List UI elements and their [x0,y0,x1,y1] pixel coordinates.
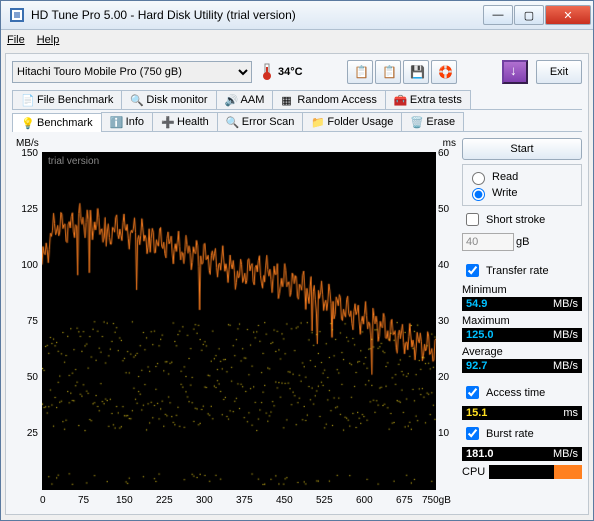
min-value: 54.9 MB/s [462,297,582,311]
main-panel: Hitachi Touro Mobile Pro (750 gB) 34°C 📋… [5,53,589,515]
menu-file[interactable]: File [7,34,25,46]
write-radio[interactable] [472,188,485,201]
side-panel: Start Read Write Short stroke gB Transfe… [462,138,582,508]
speaker-icon: 🔊 [225,94,237,106]
file-icon: 📄 [21,94,33,106]
chart-canvas-area: trial version [42,152,436,490]
copy-info-button[interactable]: 📋 [347,60,373,84]
info-icon: ℹ️ [110,116,122,128]
tools-icon: 🧰 [394,94,406,106]
transfer-check[interactable] [466,264,479,277]
titlebar: HD Tune Pro 5.00 - Hard Disk Utility (tr… [1,1,593,30]
tab-folder-usage[interactable]: 📁Folder Usage [302,112,402,131]
exit-button[interactable]: Exit [536,60,582,84]
tab-info[interactable]: ℹ️Info [101,112,153,131]
benchmark-content: MB/s ms 150 125 100 75 50 25 60 50 40 30… [12,138,582,508]
tab-disk-monitor[interactable]: 🔍Disk monitor [121,90,216,109]
cpu-bar [489,465,582,479]
start-button[interactable]: Start [462,138,582,160]
thermometer-icon [260,63,274,81]
settings-button[interactable]: 🛟 [431,60,457,84]
toolbar-icons: 📋 📋 💾 🛟 [347,60,457,84]
access-check[interactable] [466,386,479,399]
mode-group: Read Write [462,164,582,206]
maximize-button[interactable]: ▢ [514,5,544,25]
bulb-icon: 💡 [21,117,33,129]
tab-extra-tests[interactable]: 🧰Extra tests [385,90,471,109]
temperature-value: 34°C [278,66,303,78]
health-icon: ➕ [161,116,173,128]
tabs-secondary: 📄File Benchmark 🔍Disk monitor 🔊AAM ▦Rand… [12,90,582,110]
folder-icon: 📁 [311,116,323,128]
tab-file-benchmark[interactable]: 📄File Benchmark [12,90,122,109]
cpu-row: CPU [462,465,582,479]
menu-help[interactable]: Help [37,34,60,46]
read-radio[interactable] [472,172,485,185]
watermark: trial version [48,156,99,167]
toolbar: Hitachi Touro Mobile Pro (750 gB) 34°C 📋… [12,60,582,84]
burst-check[interactable] [466,427,479,440]
app-window: HD Tune Pro 5.00 - Hard Disk Utility (tr… [0,0,594,521]
menubar: File Help [1,30,593,49]
tab-aam[interactable]: 🔊AAM [216,90,274,109]
burst-value: 181.0 MB/s [462,447,582,461]
max-value: 125.0 MB/s [462,328,582,342]
search-icon: 🔍 [226,116,238,128]
avg-value: 92.7 MB/s [462,359,582,373]
monitor-icon: 🔍 [130,94,142,106]
temperature: 34°C [260,63,303,81]
access-value: 15.1 ms [462,406,582,420]
tab-erase[interactable]: 🗑️Erase [401,112,464,131]
screenshot-button[interactable]: 📋 [375,60,401,84]
tabs-primary: 💡Benchmark ℹ️Info ➕Health 🔍Error Scan 📁F… [12,112,582,132]
drive-select[interactable]: Hitachi Touro Mobile Pro (750 gB) [12,61,252,83]
tab-health[interactable]: ➕Health [152,112,218,131]
short-stroke-check[interactable] [466,213,479,226]
close-button[interactable]: ✕ [545,5,591,25]
window-title: HD Tune Pro 5.00 - Hard Disk Utility (tr… [31,8,483,22]
benchmark-chart: MB/s ms 150 125 100 75 50 25 60 50 40 30… [12,138,456,508]
tab-error-scan[interactable]: 🔍Error Scan [217,112,304,131]
chart-canvas [42,152,436,490]
tab-random-access[interactable]: ▦Random Access [272,90,385,109]
stroke-input [462,233,514,251]
random-icon: ▦ [281,94,293,106]
tab-benchmark[interactable]: 💡Benchmark [12,113,102,132]
refresh-button[interactable]: ↓ [502,60,528,84]
trash-icon: 🗑️ [410,116,422,128]
save-button[interactable]: 💾 [403,60,429,84]
app-icon [9,7,25,23]
window-buttons: — ▢ ✕ [483,5,591,25]
minimize-button[interactable]: — [483,5,513,25]
